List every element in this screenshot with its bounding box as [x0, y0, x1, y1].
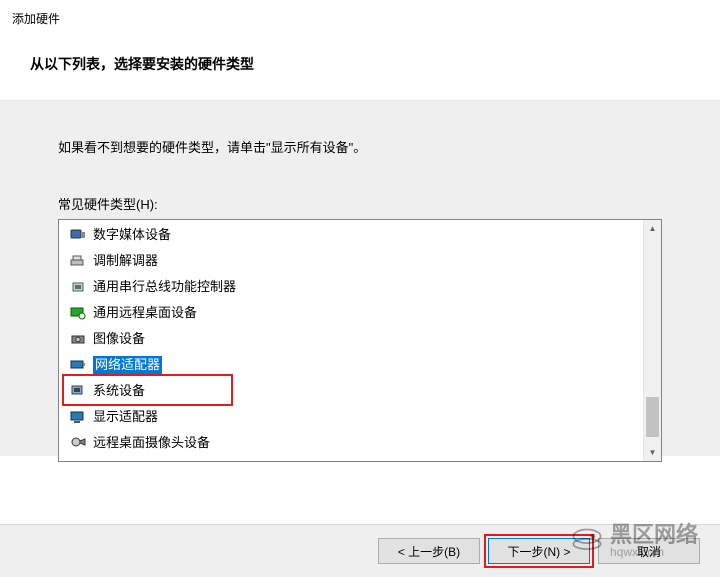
- modem-icon: [69, 253, 87, 269]
- content-panel: 如果看不到想要的硬件类型，请单击"显示所有设备"。 常见硬件类型(H): 数字媒…: [0, 101, 720, 456]
- scroll-track[interactable]: [644, 237, 661, 444]
- remote-desktop-icon: [69, 305, 87, 321]
- list-item[interactable]: 通用串行总线功能控制器: [59, 274, 643, 300]
- title-bar: 添加硬件: [0, 0, 720, 32]
- list-item-label: 远程桌面摄像头设备: [93, 434, 210, 452]
- scroll-down-button[interactable]: ▼: [644, 444, 661, 461]
- scrollbar[interactable]: ▲ ▼: [643, 220, 661, 461]
- list-item-label: 调制解调器: [93, 252, 158, 270]
- usb-controller-icon: [69, 279, 87, 295]
- media-device-icon: [69, 227, 87, 243]
- list-item-label: 显示适配器: [93, 408, 158, 426]
- list-item[interactable]: 数字媒体设备: [59, 222, 643, 248]
- list-item[interactable]: 网络适配器: [59, 352, 643, 378]
- list-item-label: 网络适配器: [93, 356, 162, 374]
- list-item[interactable]: 系统设备: [59, 378, 643, 404]
- window-title: 添加硬件: [12, 12, 60, 26]
- list-item-label: 系统设备: [93, 382, 145, 400]
- page-heading: 从以下列表，选择要安装的硬件类型: [30, 56, 254, 72]
- footer: < 上一步(B) 下一步(N) > 取消: [0, 524, 720, 577]
- hardware-type-listbox[interactable]: 数字媒体设备调制解调器通用串行总线功能控制器通用远程桌面设备图像设备网络适配器系…: [58, 219, 662, 462]
- list-item[interactable]: 调制解调器: [59, 248, 643, 274]
- system-device-icon: [69, 383, 87, 399]
- imaging-device-icon: [69, 331, 87, 347]
- list-item[interactable]: 通用远程桌面设备: [59, 300, 643, 326]
- next-button-wrap: 下一步(N) >: [488, 538, 590, 564]
- back-button[interactable]: < 上一步(B): [378, 538, 480, 564]
- list-item[interactable]: 图像设备: [59, 326, 643, 352]
- list-item-label: 通用远程桌面设备: [93, 304, 197, 322]
- display-adapter-icon: [69, 409, 87, 425]
- list-item-label: 图像设备: [93, 330, 145, 348]
- scroll-up-button[interactable]: ▲: [644, 220, 661, 237]
- rd-camera-icon: [69, 435, 87, 451]
- cancel-button[interactable]: 取消: [598, 538, 700, 564]
- next-button[interactable]: 下一步(N) >: [488, 538, 590, 564]
- list-item[interactable]: 远程桌面摄像头设备: [59, 430, 643, 456]
- instruction-text: 如果看不到想要的硬件类型，请单击"显示所有设备"。: [58, 137, 662, 156]
- list-item[interactable]: 显示适配器: [59, 404, 643, 430]
- list-item-label: 数字媒体设备: [93, 226, 171, 244]
- list-label: 常见硬件类型(H):: [58, 194, 662, 213]
- heading-area: 从以下列表，选择要安装的硬件类型: [0, 32, 720, 100]
- network-adapter-icon: [69, 357, 87, 373]
- list-item-label: 通用串行总线功能控制器: [93, 278, 236, 296]
- scroll-thumb[interactable]: [646, 397, 659, 437]
- listbox-inner: 数字媒体设备调制解调器通用串行总线功能控制器通用远程桌面设备图像设备网络适配器系…: [59, 220, 643, 461]
- add-hardware-wizard: 添加硬件 从以下列表，选择要安装的硬件类型 如果看不到想要的硬件类型，请单击"显…: [0, 0, 720, 577]
